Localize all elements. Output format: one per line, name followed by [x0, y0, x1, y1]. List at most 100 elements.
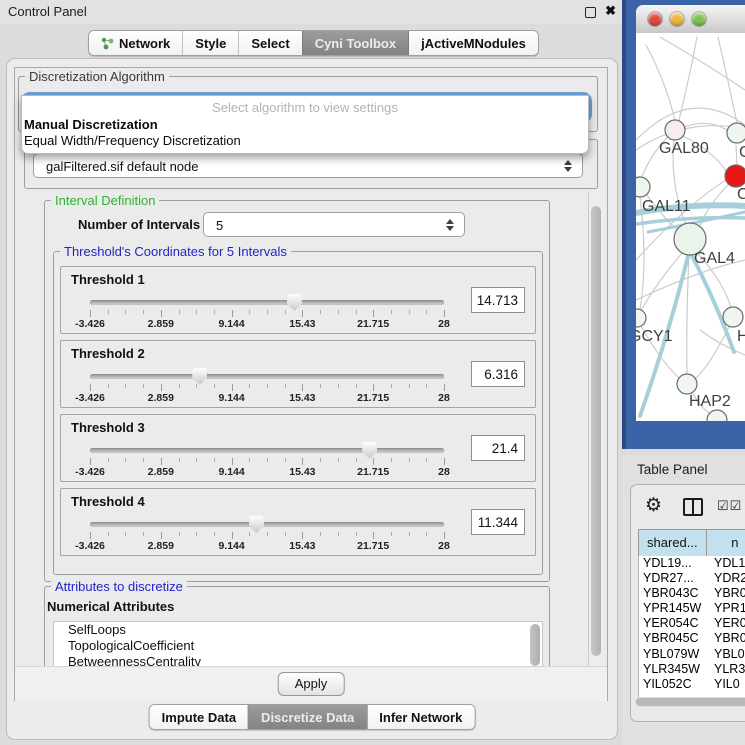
- control-panel-tabbar: NetworkStyleSelect Cyni Toolbox jActiveMNo…: [88, 30, 539, 56]
- algorithm-option[interactable]: Manual Discretization: [22, 117, 588, 133]
- tick-mark: [391, 310, 392, 314]
- algorithm-option[interactable]: Equal Width/Frequency Discretization: [22, 133, 588, 149]
- table-row[interactable]: YBL079WYBL0: [639, 647, 745, 662]
- tick-mark: [232, 532, 233, 539]
- tab-select[interactable]: Select: [238, 31, 301, 55]
- tab-style[interactable]: Style: [182, 31, 238, 55]
- slider-thumb[interactable]: [362, 442, 377, 459]
- tick-mark: [409, 310, 410, 314]
- network-node-h[interactable]: [723, 307, 743, 327]
- threshold-box-3: Threshold 3-3.4262.8599.14415.4321.71528…: [60, 414, 536, 482]
- tick-mark: [161, 384, 162, 391]
- scrollbar-thumb[interactable]: [591, 206, 601, 656]
- slider-track[interactable]: [90, 300, 444, 305]
- screen: { "window": {"title": "Control Panel", "…: [0, 0, 745, 745]
- number-of-intervals-combobox[interactable]: 5: [203, 212, 465, 237]
- column-header[interactable]: n: [707, 530, 745, 556]
- cell-name: YPR1: [711, 601, 745, 616]
- apply-button[interactable]: Apply: [278, 672, 345, 696]
- tick-label: 21.715: [357, 540, 389, 552]
- slider-track[interactable]: [90, 522, 444, 527]
- table-row[interactable]: YBR043CYBR0: [639, 586, 745, 601]
- cell-name: YBL0: [711, 647, 745, 662]
- network-node-ga[interactable]: [727, 123, 745, 143]
- network-node-c[interactable]: [725, 165, 745, 187]
- tick-label: 2.859: [148, 318, 174, 330]
- network-graph[interactable]: GAL80GACGAL11GAL4GCY1HHAP2: [636, 33, 745, 421]
- network-node-gal11[interactable]: [636, 177, 650, 197]
- table-row[interactable]: YLR345WYLR3: [639, 662, 745, 677]
- tick-label: 15.43: [289, 466, 315, 478]
- table-row[interactable]: YPR145WYPR1: [639, 601, 745, 616]
- network-node[interactable]: [707, 410, 727, 421]
- cell-name: YDR2: [711, 571, 745, 586]
- float-window-icon[interactable]: [585, 7, 596, 18]
- threshold-value-field[interactable]: 21.4: [471, 435, 525, 461]
- tab-label: Impute Data: [162, 710, 236, 725]
- table-data-combobox[interactable]: galFiltered.sif default node: [33, 153, 583, 178]
- list-item[interactable]: TopologicalCoefficient: [54, 638, 542, 654]
- tab-cyni-toolbox[interactable]: Cyni Toolbox: [302, 31, 408, 55]
- horizontal-scrollbar[interactable]: [635, 697, 745, 707]
- tab-infer-network[interactable]: Infer Network: [366, 705, 474, 729]
- tab-label: Infer Network: [379, 710, 462, 725]
- table-row[interactable]: YDL19...YDL1: [639, 556, 745, 571]
- split-columns-icon[interactable]: [683, 498, 703, 516]
- tick-label: 15.43: [289, 392, 315, 404]
- tick-mark: [108, 310, 109, 314]
- list-scrollbar[interactable]: [530, 624, 540, 666]
- tab-impute-data[interactable]: Impute Data: [150, 705, 248, 729]
- threshold-slider[interactable]: -3.4262.8599.14415.4321.71528: [90, 367, 444, 403]
- tab-label: Cyni Toolbox: [315, 36, 396, 51]
- tick-mark: [108, 458, 109, 462]
- slider-thumb[interactable]: [249, 516, 264, 533]
- table-row[interactable]: YER054CYER0: [639, 616, 745, 631]
- tick-mark: [426, 532, 427, 536]
- minimize-button[interactable]: [670, 12, 684, 26]
- node-table[interactable]: shared...n YDL19...YDL1YDR27...YDR2YBR04…: [638, 529, 745, 698]
- tick-mark: [179, 310, 180, 314]
- slider-track[interactable]: [90, 448, 444, 453]
- network-node-gal80[interactable]: [665, 120, 685, 140]
- tick-mark: [338, 384, 339, 388]
- tick-mark: [338, 532, 339, 536]
- gear-icon[interactable]: ⚙: [645, 494, 662, 517]
- tab-network[interactable]: Network: [89, 31, 182, 55]
- slider-thumb[interactable]: [192, 368, 207, 385]
- checkbox-icons[interactable]: ☑☑: [717, 498, 742, 514]
- list-item[interactable]: SelfLoops: [54, 622, 542, 638]
- tick-label: 9.144: [218, 392, 244, 404]
- tick-mark: [249, 532, 250, 536]
- table-row[interactable]: YIL052CYIL0: [639, 677, 745, 692]
- slider-thumb[interactable]: [287, 294, 302, 311]
- network-edge: [687, 255, 689, 374]
- table-row[interactable]: YBR045CYBR0: [639, 631, 745, 646]
- slider-track[interactable]: [90, 374, 444, 379]
- table-row[interactable]: YDR27...YDR2: [639, 571, 745, 586]
- tick-mark: [409, 532, 410, 536]
- cell-shared-name: YBR045C: [639, 631, 711, 646]
- threshold-slider[interactable]: -3.4262.8599.14415.4321.71528: [90, 441, 444, 477]
- column-header[interactable]: shared...: [639, 530, 707, 556]
- cyni-bottom-tabbar: Impute Data Discretize Data Infer Network: [149, 704, 476, 730]
- vertical-scrollbar[interactable]: [588, 192, 604, 666]
- threshold-value-field[interactable]: 6.316: [471, 361, 525, 387]
- network-canvas[interactable]: GAL80GACGAL11GAL4GCY1HHAP2: [636, 33, 745, 421]
- close-button[interactable]: [648, 12, 662, 26]
- zoom-button[interactable]: [692, 12, 706, 26]
- cell-shared-name: YDR27...: [639, 571, 711, 586]
- close-icon[interactable]: ✖: [605, 3, 616, 19]
- tick-mark: [373, 532, 374, 539]
- tab-jactivemnodules[interactable]: jActiveMNodules: [408, 31, 538, 55]
- threshold-slider[interactable]: -3.4262.8599.14415.4321.71528: [90, 293, 444, 329]
- numerical-attributes-list[interactable]: SelfLoopsTopologicalCoefficientBetweenne…: [53, 621, 543, 666]
- scrollbar-thumb[interactable]: [636, 698, 745, 706]
- list-item[interactable]: BetweennessCentrality: [54, 654, 542, 666]
- threshold-value-field[interactable]: 14.713: [471, 287, 525, 313]
- threshold-value-field[interactable]: 11.344: [471, 509, 525, 535]
- threshold-slider[interactable]: -3.4262.8599.14415.4321.71528: [90, 515, 444, 551]
- tick-mark: [196, 532, 197, 536]
- network-node-gcy1[interactable]: [636, 309, 646, 327]
- tab-discretize-data[interactable]: Discretize Data: [248, 705, 366, 729]
- network-node-hap2[interactable]: [677, 374, 697, 394]
